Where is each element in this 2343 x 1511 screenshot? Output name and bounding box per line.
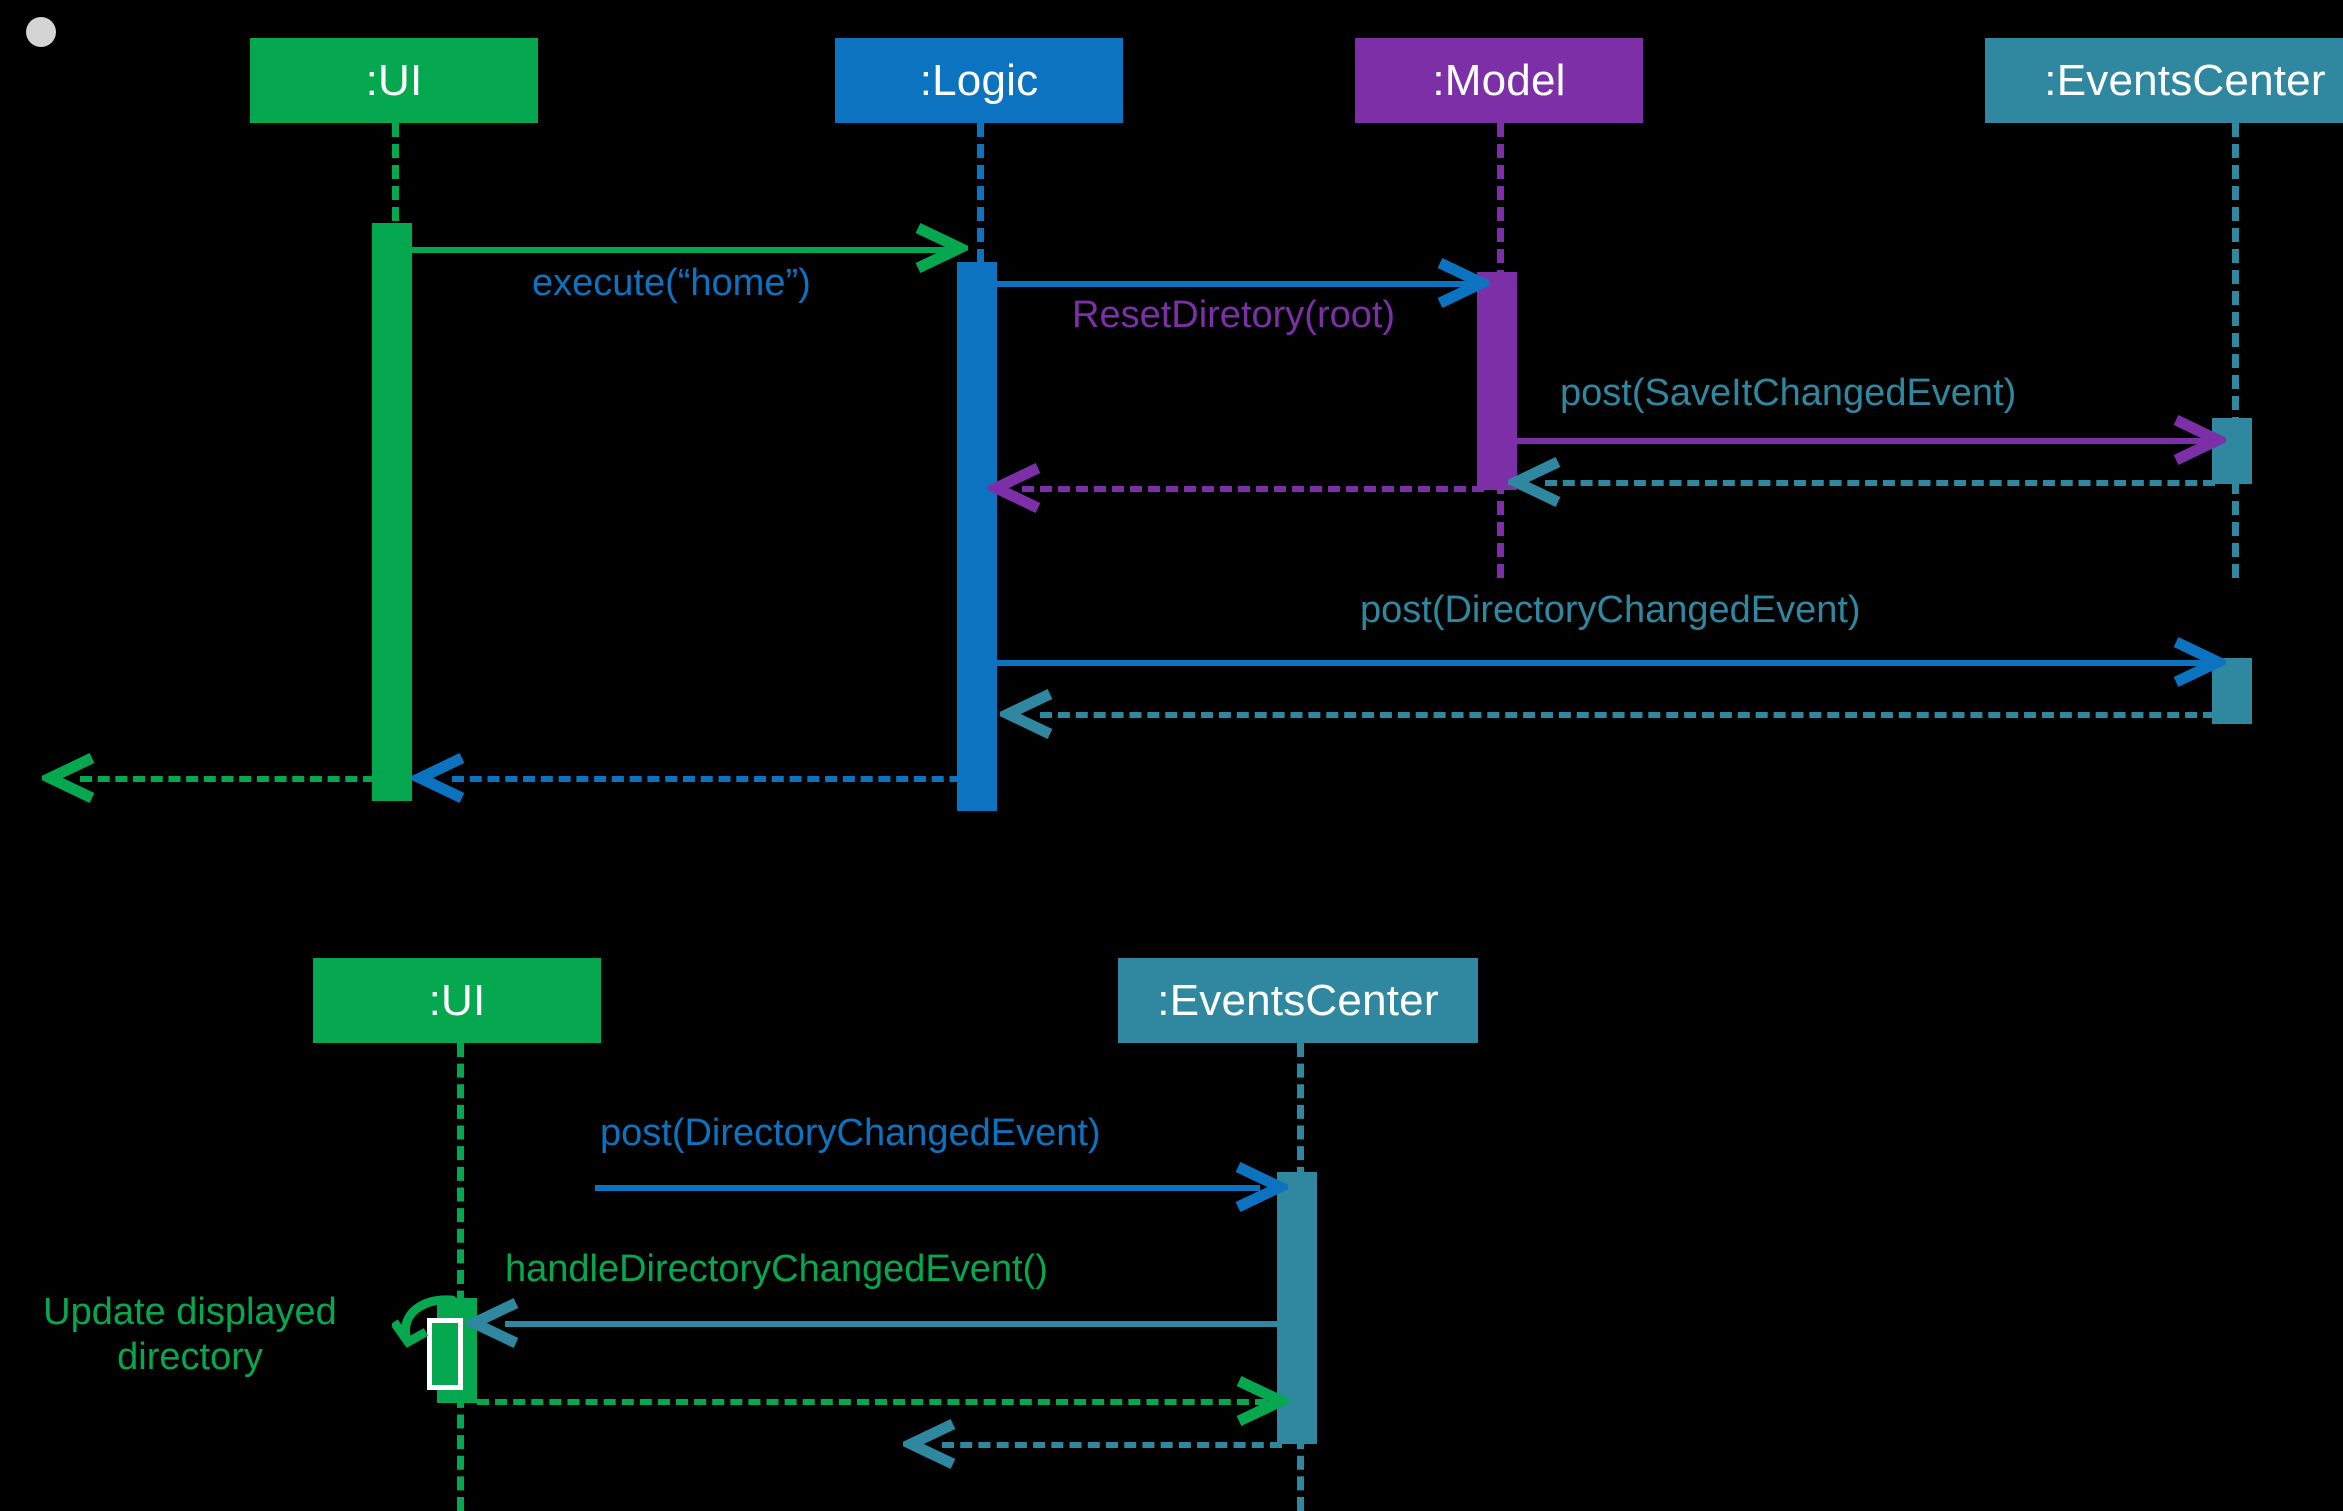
participant-logic[interactable]: :Logic: [835, 38, 1123, 123]
arrowhead-post-directorychanged: [2173, 637, 2226, 687]
lifeline-eventscenter: [2232, 123, 2239, 578]
participant-eventscenter-2-label: :EventsCenter: [1157, 975, 1439, 1025]
participant-eventscenter-2[interactable]: :EventsCenter: [1118, 958, 1478, 1043]
arrowhead-reset-directory: [1437, 258, 1490, 308]
message-line-handle-directorychanged: [505, 1321, 1280, 1327]
participant-model[interactable]: :Model: [1355, 38, 1643, 123]
note-line-1: Update displayed: [43, 1291, 337, 1333]
participant-ui-2-label: :UI: [428, 975, 486, 1025]
message-line-post-saveit: [1517, 438, 2210, 444]
activation-logic: [957, 262, 997, 811]
sequence-diagram-canvas: :UI :Logic :Model :EventsCenter execute(…: [0, 0, 2343, 1511]
lifeline-ui-2: [457, 1043, 464, 1511]
message-line-return-saveit: [1545, 480, 2215, 486]
message-label-reset-directory: ResetDiretory(root): [1072, 294, 1396, 336]
participant-model-label: :Model: [1432, 55, 1566, 105]
message-line-return-ui-to-actor: [80, 776, 375, 782]
message-label-execute-home: execute(“home”): [532, 262, 811, 304]
arrowhead-return-ui-to-eventscenter: [1236, 1376, 1289, 1426]
message-label-post-saveit: post(SaveItChangedEvent): [1560, 372, 2017, 414]
arrowhead-return-resetdirectory: [988, 463, 1041, 513]
arrowhead-return-eventscenter-bottom: [903, 1419, 956, 1469]
message-line-return-resetdirectory: [1022, 486, 1484, 492]
participant-eventscenter[interactable]: :EventsCenter: [1985, 38, 2343, 123]
start-marker-dot: [26, 17, 56, 47]
participant-eventscenter-label: :EventsCenter: [2044, 55, 2326, 105]
arrowhead-return-directorychanged: [1000, 689, 1053, 739]
self-call-loop-icon: [392, 1295, 457, 1348]
arrowhead-return-saveit: [1508, 457, 1561, 507]
note-line-2: directory: [117, 1335, 263, 1378]
arrowhead-post-directorychanged-2: [1235, 1162, 1288, 1212]
message-line-post-directorychanged: [997, 660, 2210, 666]
message-line-post-directorychanged-2: [595, 1185, 1260, 1191]
message-line-return-logic-to-ui: [452, 776, 997, 782]
arrowhead-post-saveit: [2173, 415, 2226, 465]
message-line-return-directorychanged: [1040, 712, 2215, 718]
participant-ui-2[interactable]: :UI: [313, 958, 601, 1043]
message-label-post-directorychanged: post(DirectoryChangedEvent): [1360, 589, 1861, 631]
participant-logic-label: :Logic: [919, 55, 1039, 105]
activation-ui: [372, 223, 412, 801]
participant-ui-label: :UI: [365, 55, 423, 105]
arrowhead-return-logic-to-ui: [412, 753, 465, 803]
message-line-execute-home: [412, 247, 952, 253]
participant-ui[interactable]: :UI: [250, 38, 538, 123]
arrowhead-execute-home: [915, 223, 968, 273]
note-update-displayed-directory: Update displayed directory: [10, 1290, 370, 1380]
message-line-return-eventscenter-bottom: [942, 1442, 1282, 1448]
message-line-reset-directory: [997, 281, 1475, 287]
arrowhead-handle-directorychanged: [466, 1298, 519, 1348]
message-label-post-directorychanged-2: post(DirectoryChangedEvent): [600, 1112, 1101, 1154]
message-line-return-ui-to-eventscenter: [477, 1399, 1267, 1405]
arrowhead-return-ui-to-actor: [42, 753, 95, 803]
message-label-handle-directorychanged: handleDirectoryChangedEvent(): [505, 1248, 1048, 1290]
